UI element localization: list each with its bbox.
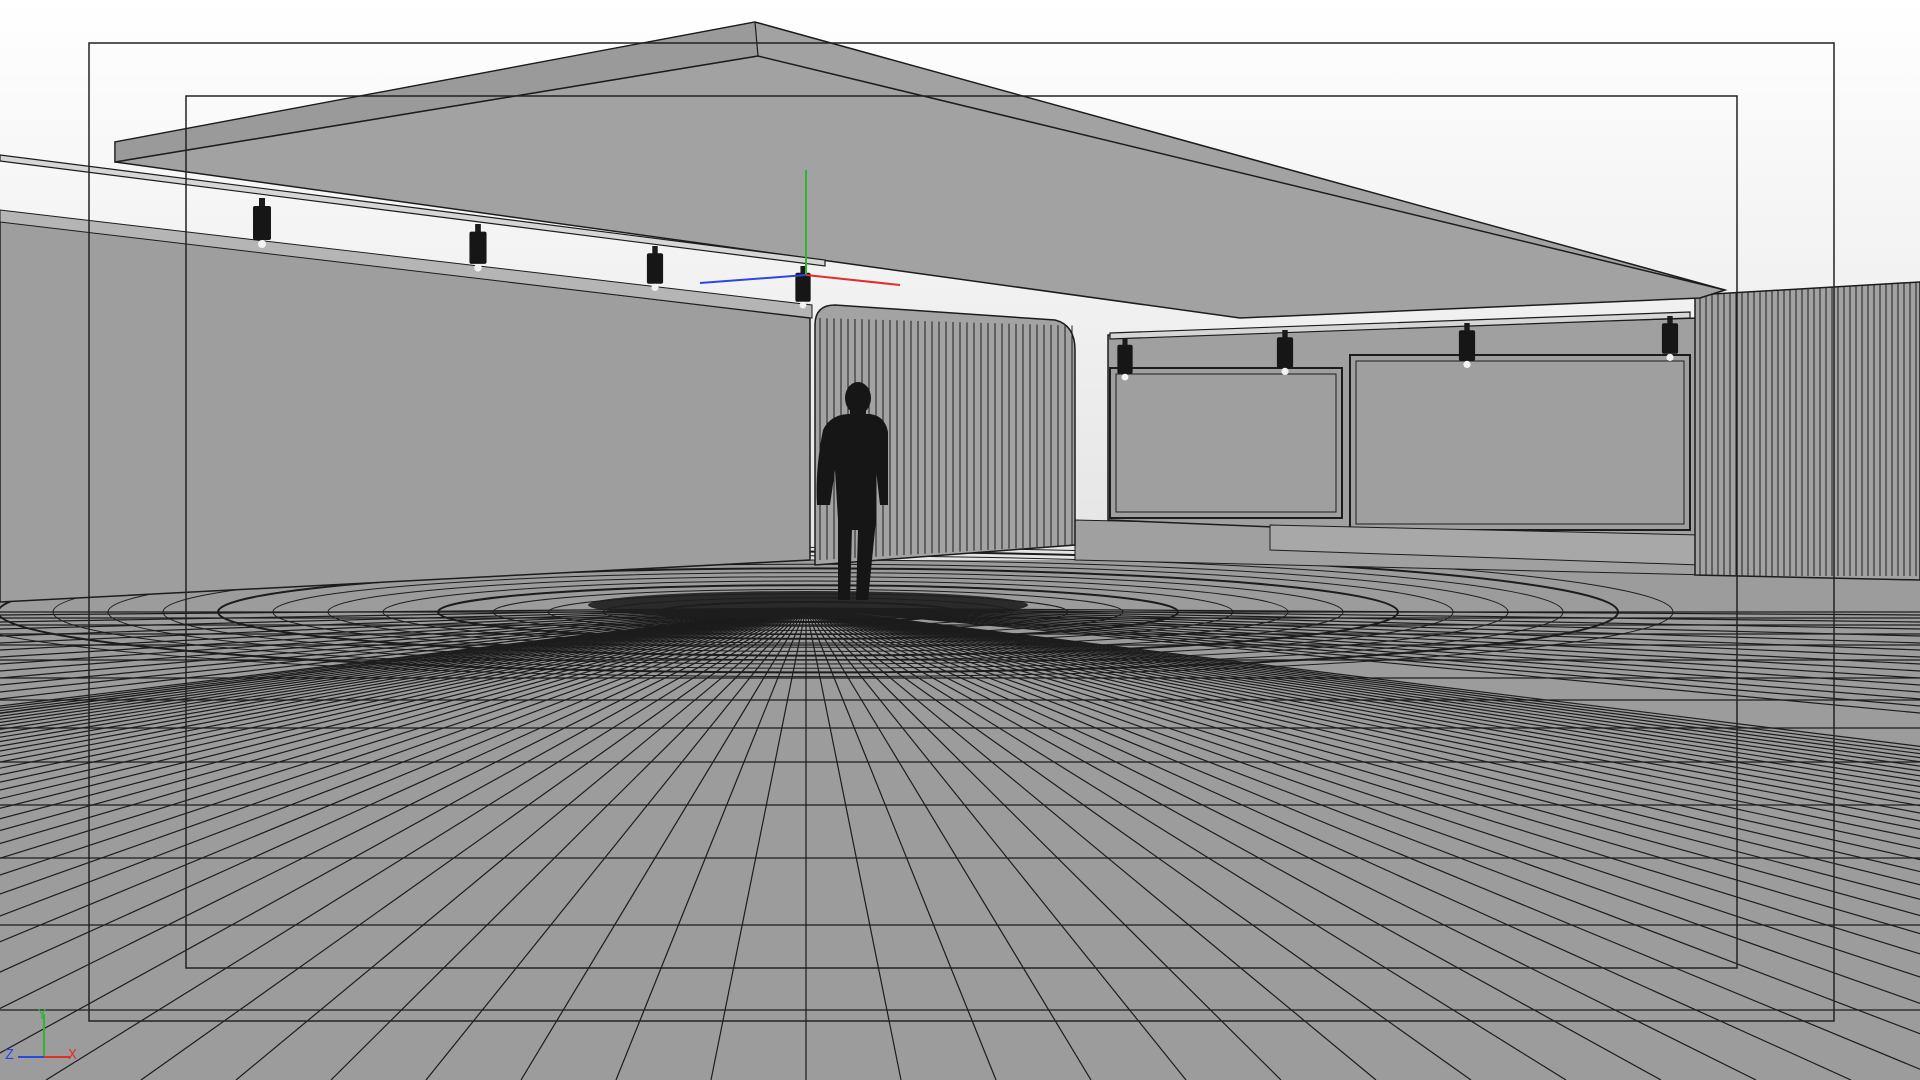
y-axis-label: Y — [38, 1008, 46, 1023]
scene-canvas[interactable] — [0, 0, 1920, 1080]
z-axis-label: Z — [5, 1048, 14, 1063]
person-shadow — [588, 591, 1028, 619]
3d-viewport[interactable]: Y Z X — [0, 0, 1920, 1080]
right-slatted-wall[interactable] — [1694, 281, 1920, 581]
wall-display-frame[interactable] — [1349, 354, 1691, 531]
wall-display-frame[interactable] — [1109, 367, 1343, 519]
x-axis-label: X — [68, 1048, 77, 1063]
axis-orientation-gizmo: Y Z X — [0, 1000, 90, 1080]
